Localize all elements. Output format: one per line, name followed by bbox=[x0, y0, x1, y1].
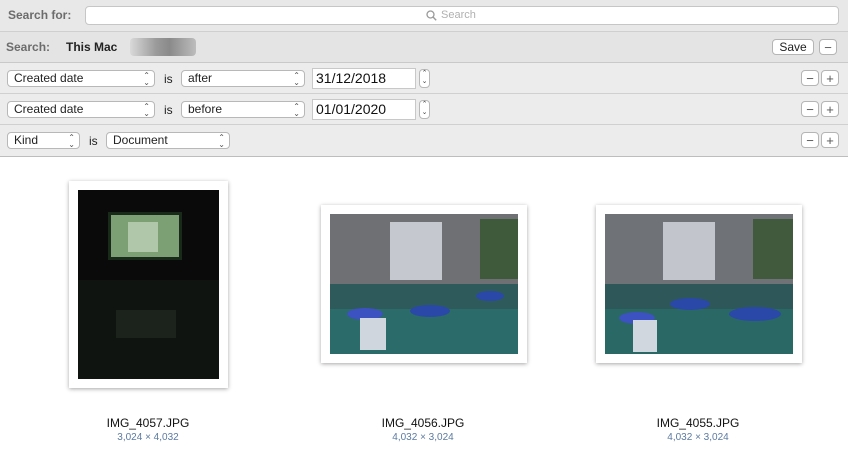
photo-pool-scene bbox=[605, 214, 793, 354]
search-placeholder-text: Search bbox=[441, 9, 476, 21]
search-scope-label: Search: bbox=[6, 40, 51, 54]
scope-this-mac[interactable]: This Mac bbox=[66, 40, 117, 54]
result-dimensions: 3,024 × 4,032 bbox=[117, 432, 179, 443]
attribute-popup[interactable]: Kind ⌃ ⌄ bbox=[7, 132, 80, 149]
comparison-popup[interactable]: Document ⌃ ⌄ bbox=[106, 132, 230, 149]
photo-image bbox=[330, 214, 518, 354]
search-for-label: Search for: bbox=[8, 8, 72, 22]
popup-arrows-icon: ⌃ ⌄ bbox=[143, 102, 150, 118]
photo-image bbox=[605, 214, 793, 354]
attribute-value: Kind bbox=[14, 133, 39, 147]
result-thumbnail[interactable] bbox=[69, 181, 228, 388]
photo-dark-screening bbox=[78, 190, 219, 379]
remove-criteria-button[interactable]: − bbox=[801, 101, 819, 117]
remove-criteria-button[interactable]: − bbox=[801, 132, 819, 148]
results-grid: IMG_4057.JPG 3,024 × 4,032 IMG_4056.JPG … bbox=[0, 158, 848, 468]
result-filename: IMG_4055.JPG bbox=[656, 416, 740, 430]
operator-text: is bbox=[164, 72, 173, 86]
result-dimensions: 4,032 × 3,024 bbox=[667, 432, 729, 443]
attribute-value: Created date bbox=[14, 71, 84, 85]
criteria-row-2: Created date ⌃ ⌄ is before ⌃ ⌄ 01/01/2020 … bbox=[0, 94, 848, 125]
popup-arrows-icon: ⌃ ⌄ bbox=[293, 102, 300, 118]
attribute-popup[interactable]: Created date ⌃ ⌄ bbox=[7, 101, 155, 118]
attribute-value: Created date bbox=[14, 102, 84, 116]
result-thumbnail[interactable] bbox=[596, 205, 802, 363]
attribute-popup[interactable]: Created date ⌃ ⌄ bbox=[7, 70, 155, 87]
add-criteria-button[interactable]: + bbox=[821, 101, 839, 117]
remove-search-button[interactable]: − bbox=[819, 39, 837, 55]
date-stepper-icon[interactable]: ⌃ ⌄ bbox=[419, 69, 430, 88]
popup-arrows-icon: ⌃ ⌄ bbox=[293, 71, 300, 87]
popup-arrows-icon: ⌃ ⌄ bbox=[218, 133, 225, 149]
add-criteria-button[interactable]: + bbox=[821, 132, 839, 148]
result-filename: IMG_4056.JPG bbox=[381, 416, 465, 430]
criteria-row-1: Created date ⌃ ⌄ is after ⌃ ⌄ 31/12/2018 ⌃… bbox=[0, 63, 848, 94]
search-scope-bar: Search: This Mac Save − bbox=[0, 32, 848, 63]
criteria-row-3: Kind ⌃ ⌄ is Document ⌃ ⌄ − + bbox=[0, 125, 848, 157]
remove-criteria-button[interactable]: − bbox=[801, 70, 819, 86]
comparison-popup[interactable]: after ⌃ ⌄ bbox=[181, 70, 305, 87]
search-for-bar: Search for: Search bbox=[0, 0, 848, 32]
result-dimensions: 4,032 × 3,024 bbox=[392, 432, 454, 443]
operator-text: is bbox=[164, 103, 173, 117]
comparison-value: Document bbox=[113, 133, 168, 147]
date-stepper-icon[interactable]: ⌃ ⌄ bbox=[419, 100, 430, 119]
date-field[interactable]: 31/12/2018 bbox=[312, 68, 416, 89]
search-input[interactable]: Search bbox=[85, 6, 839, 25]
scope-hidden-volume[interactable] bbox=[130, 38, 196, 56]
operator-text: is bbox=[89, 134, 98, 148]
popup-arrows-icon: ⌃ ⌄ bbox=[143, 71, 150, 87]
photo-image bbox=[78, 190, 219, 379]
result-filename: IMG_4057.JPG bbox=[106, 416, 190, 430]
date-field[interactable]: 01/01/2020 bbox=[312, 99, 416, 120]
comparison-value: after bbox=[188, 71, 213, 85]
popup-arrows-icon: ⌃ ⌄ bbox=[68, 133, 75, 149]
save-button[interactable]: Save bbox=[772, 39, 814, 55]
photo-pool-scene bbox=[330, 214, 518, 354]
result-thumbnail[interactable] bbox=[321, 205, 527, 363]
comparison-value: before bbox=[188, 102, 223, 116]
comparison-popup[interactable]: before ⌃ ⌄ bbox=[181, 101, 305, 118]
search-placeholder: Search bbox=[426, 9, 476, 21]
search-icon bbox=[426, 9, 437, 21]
add-criteria-button[interactable]: + bbox=[821, 70, 839, 86]
